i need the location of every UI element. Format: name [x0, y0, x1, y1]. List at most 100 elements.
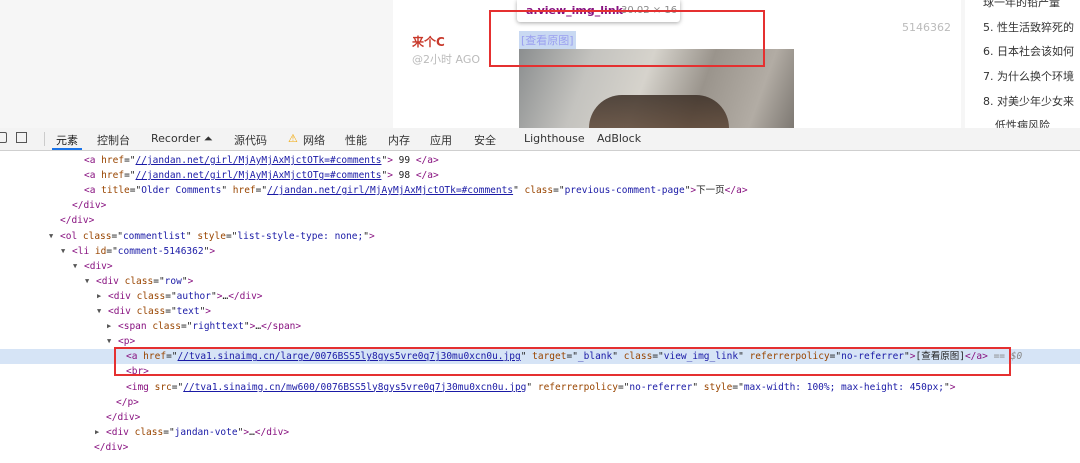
tab-sources[interactable]: 源代码 — [234, 132, 267, 148]
tab-memory[interactable]: 内存 — [388, 132, 410, 148]
comment-time: @2小时 AGO — [412, 53, 481, 66]
tab-security[interactable]: 安全 — [474, 132, 496, 148]
dom-token: </div> — [254, 426, 290, 438]
tab-network[interactable]: 网络 — [303, 132, 325, 148]
inspect-element-icon[interactable] — [0, 132, 7, 143]
tab-application[interactable]: 应用 — [430, 132, 452, 148]
dom-token: <a — [84, 185, 102, 197]
dom-token: > — [368, 230, 375, 242]
dom-token: referrerpolicy — [537, 381, 618, 393]
dom-token: list-style-type: none; — [237, 230, 364, 242]
sidebar-item[interactable]: 8. 对美少年少女来 — [983, 93, 1074, 109]
dom-token: <img — [126, 381, 155, 393]
dom-token: </a> — [415, 155, 439, 166]
active-tab-indicator — [52, 148, 82, 150]
tab-console[interactable]: 控制台 — [97, 132, 130, 148]
dom-tree[interactable]: <a href="//jandan.net/girl/MjAyMjAxMjctO… — [0, 151, 1080, 463]
tab-adblock[interactable]: AdBlock — [597, 132, 641, 145]
sidebar-item[interactable]: 球一年的铅产量 — [983, 0, 1060, 10]
dom-link[interactable]: //jandan.net/girl/MjAyMjAxMjctOTk=#comme… — [136, 155, 382, 166]
dom-node[interactable]: <img src="//tva1.sinaimg.cn/mw600/0076BS… — [0, 380, 1080, 395]
dom-token: class — [82, 230, 112, 242]
dom-token: commentlist — [122, 230, 186, 242]
dom-token: style — [703, 381, 733, 393]
web-page-area: 来个C @2小时 AGO 5146362 [查看原图] a.view_img_l… — [0, 0, 1080, 128]
expand-arrow-icon[interactable]: ▶ — [95, 425, 99, 440]
dom-node[interactable]: </div> — [0, 198, 1080, 213]
tab-performance[interactable]: 性能 — [345, 132, 367, 148]
dom-node[interactable]: <a href="//jandan.net/girl/MjAyMjAxMjctO… — [0, 153, 1080, 168]
dom-node[interactable]: </p> — [0, 395, 1080, 410]
dom-token: =" — [171, 381, 184, 393]
dom-token: <div — [108, 290, 137, 302]
dom-node[interactable]: <a href="//jandan.net/girl/MjAyMjAxMjctO… — [0, 168, 1080, 183]
divider — [44, 132, 45, 146]
hot-list-sidebar: 球一年的铅产量 5. 性生活致猝死的 6. 日本社会该如何 7. 为什么换个环境… — [965, 0, 1080, 128]
dom-token: <div — [96, 275, 125, 287]
expand-arrow-icon[interactable]: ▶ — [107, 319, 111, 334]
dom-node[interactable]: </div> — [0, 213, 1080, 228]
sidebar-item[interactable]: 低性病风险 — [995, 117, 1050, 128]
dom-token: </a> — [724, 185, 748, 197]
dom-token: =" — [165, 306, 177, 317]
dom-node[interactable]: ▶ <span class="righttext">…</span> — [0, 319, 1080, 334]
dom-token: </div> — [106, 411, 141, 423]
dom-token: " — [513, 185, 525, 197]
dom-token: =" — [124, 170, 136, 182]
comment-author[interactable]: 来个C — [412, 33, 445, 50]
annotation-highlight-box — [489, 10, 765, 67]
device-toolbar-icon[interactable] — [16, 132, 27, 143]
dom-node[interactable]: ▼ <div> — [0, 259, 1080, 274]
dom-node[interactable]: ▼ <div class="row"> — [0, 274, 1080, 289]
dom-token: </div> — [72, 200, 107, 212]
dom-token: href — [101, 170, 125, 182]
dom-token: =" — [153, 275, 165, 287]
dom-node[interactable]: </div> — [0, 440, 1080, 455]
dom-token: src — [154, 381, 172, 393]
dom-token: <ol — [60, 230, 83, 242]
dom-node[interactable]: ▼ <div class="text"> — [0, 304, 1080, 319]
dom-token: </div> — [228, 290, 263, 302]
tab-lighthouse[interactable]: Lighthouse — [524, 132, 585, 145]
dom-token: class — [152, 321, 181, 333]
dom-token: class — [524, 185, 554, 197]
collapse-arrow-icon[interactable]: ▼ — [61, 244, 65, 259]
dom-token: no-referrer — [629, 381, 693, 393]
dom-token: <a — [84, 170, 102, 182]
collapse-arrow-icon[interactable]: ▼ — [49, 229, 53, 244]
collapse-arrow-icon[interactable]: ▼ — [97, 304, 101, 319]
collapse-arrow-icon[interactable]: ▼ — [107, 334, 111, 349]
tab-elements[interactable]: 元素 — [56, 132, 78, 148]
dom-token: row — [164, 275, 182, 287]
warning-icon: ⚠ — [288, 132, 298, 145]
dom-token: </div> — [60, 215, 95, 227]
dom-token: id — [94, 245, 107, 257]
dom-link[interactable]: //jandan.net/girl/MjAyMjAxMjctOTk=#comme… — [267, 185, 513, 196]
comment-id[interactable]: 5146362 — [902, 21, 951, 34]
dom-node[interactable]: ▼ <li id="comment-5146362"> — [0, 244, 1080, 259]
dom-token: </p> — [116, 396, 139, 408]
dom-link[interactable]: //jandan.net/girl/MjAyMjAxMjctOTg=#comme… — [136, 170, 382, 181]
dom-node[interactable]: ▼ <ol class="commentlist" style="list-sty… — [0, 229, 1080, 244]
dom-token: <div> — [84, 260, 113, 272]
dom-node[interactable]: ▶ <div class="jandan-vote">…</div> — [0, 425, 1080, 440]
dom-node[interactable]: ▶ <div class="author">…</div> — [0, 289, 1080, 304]
dom-token: class — [134, 426, 164, 438]
dom-node[interactable]: </div> — [0, 410, 1080, 425]
sidebar-item[interactable]: 7. 为什么换个环境 — [983, 68, 1074, 84]
dom-token: =" — [225, 230, 238, 242]
collapse-arrow-icon[interactable]: ▼ — [73, 259, 77, 274]
collapse-arrow-icon[interactable]: ▼ — [85, 274, 89, 289]
dom-token: previous-comment-page — [564, 185, 685, 197]
dom-token: <div — [108, 306, 137, 317]
dom-node[interactable]: <a title="Older Comments" href="//jandan… — [0, 183, 1080, 198]
dom-token: =" — [732, 381, 744, 393]
annotation-highlight-box — [114, 347, 1011, 376]
dom-link[interactable]: //tva1.sinaimg.cn/mw600/0076BSS5ly8gys5v… — [183, 382, 526, 393]
expand-arrow-icon[interactable]: ▶ — [97, 289, 101, 304]
dom-token: class — [136, 290, 166, 302]
dom-token: " — [185, 230, 198, 242]
tab-recorder[interactable]: Recorder ⏶ — [151, 132, 213, 146]
sidebar-item[interactable]: 6. 日本社会该如何 — [983, 43, 1074, 59]
sidebar-item[interactable]: 5. 性生活致猝死的 — [983, 19, 1074, 35]
